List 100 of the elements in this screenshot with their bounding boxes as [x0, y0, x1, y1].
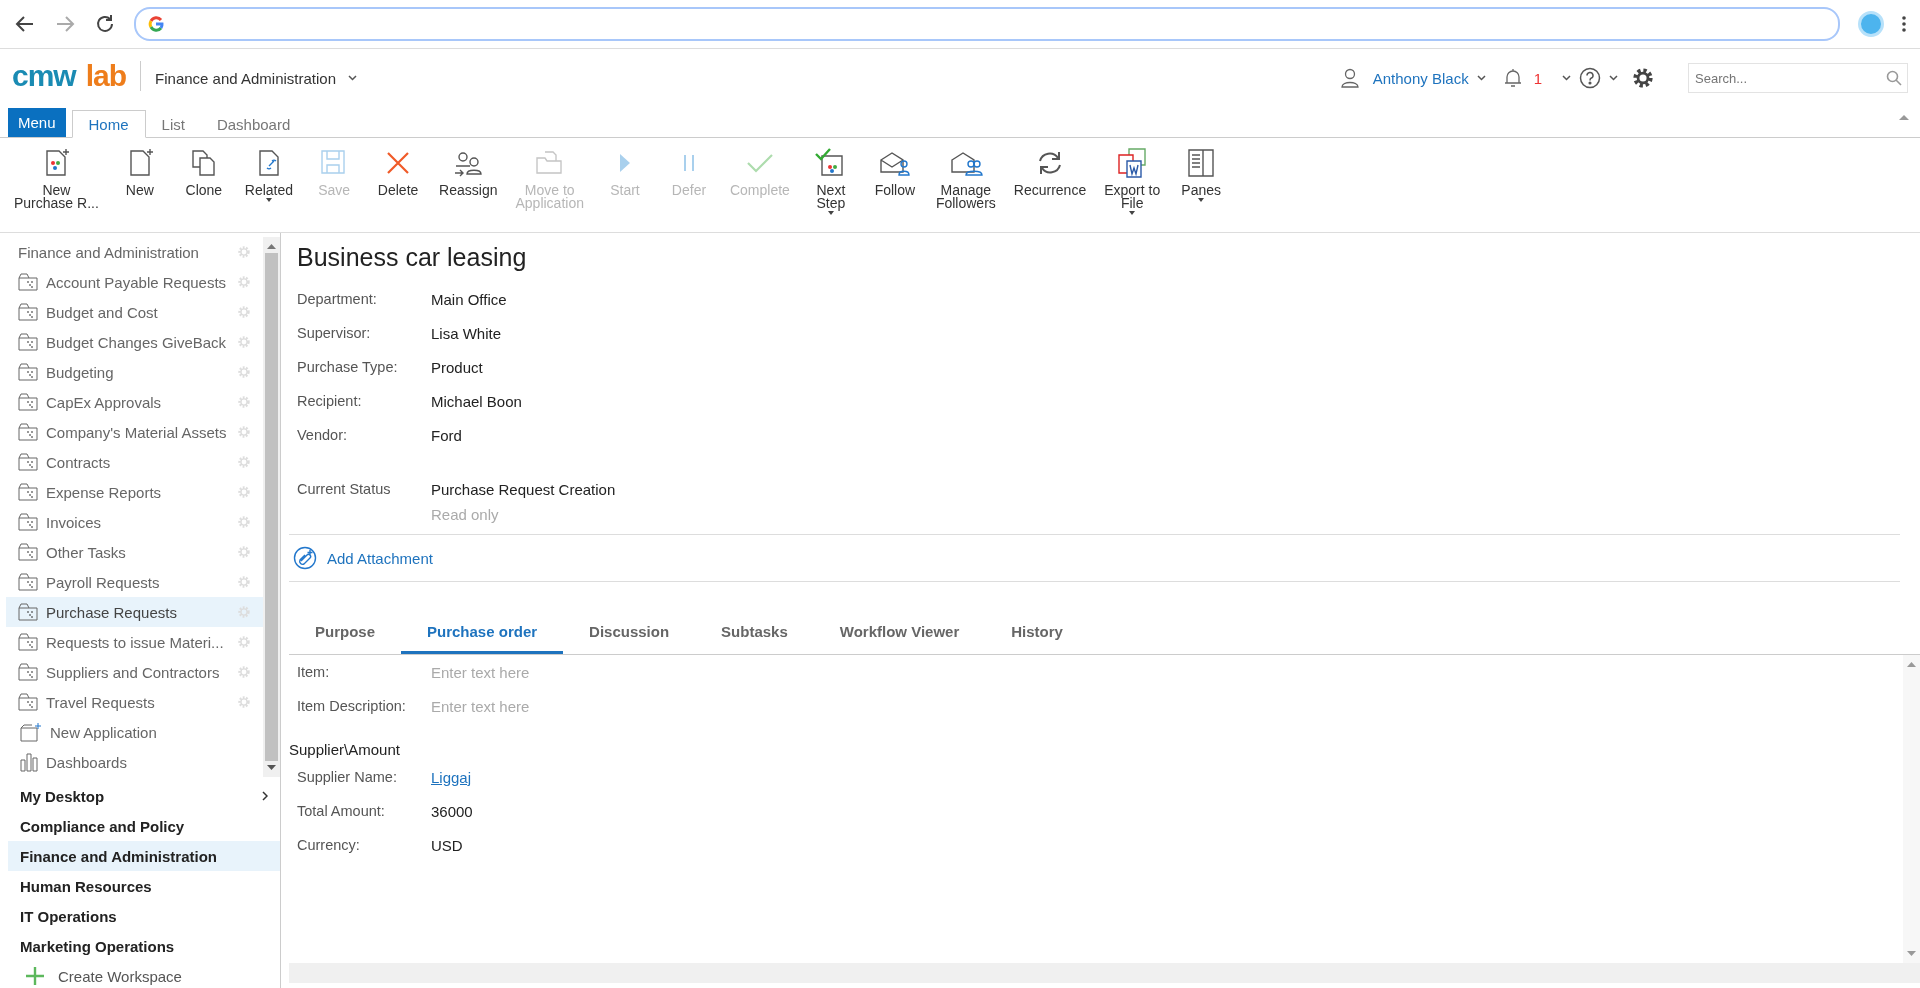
sidebar-item[interactable]: Payroll Requests: [6, 567, 263, 597]
notification-count: 1: [1533, 69, 1542, 87]
workspace-item[interactable]: Marketing Operations: [8, 931, 280, 961]
tab[interactable]: Workflow Viewer: [813, 612, 986, 654]
caret-icon[interactable]: [1562, 75, 1571, 81]
toolbar-button[interactable]: Follow: [863, 146, 926, 197]
input-field[interactable]: Enter text here: [431, 697, 631, 715]
scroll-up-icon[interactable]: [1907, 661, 1916, 667]
workspace-item[interactable]: My Desktop: [8, 781, 280, 811]
add-attachment-link[interactable]: Add Attachment: [327, 549, 433, 567]
sidebar-item[interactable]: Budgeting: [6, 357, 263, 387]
workspace-item[interactable]: Finance and Administration: [8, 841, 280, 871]
sidebar-item[interactable]: Other Tasks: [6, 537, 263, 567]
caret-icon[interactable]: [348, 75, 357, 81]
record-title: Business car leasing: [297, 243, 528, 272]
workspace-item[interactable]: IT Operations: [8, 901, 280, 931]
sidebar-item[interactable]: Dashboards: [6, 747, 263, 777]
toolbar-button[interactable]: Clone: [172, 146, 235, 197]
toolbar-button[interactable]: Next Step: [799, 146, 862, 218]
sidebar-item[interactable]: Travel Requests: [6, 687, 263, 717]
tree-root[interactable]: Finance and Administration: [18, 243, 229, 261]
scroll-up-icon[interactable]: [267, 243, 276, 249]
field-value: Purchase Request Creation: [431, 480, 616, 498]
logo-text[interactable]: cmw: [12, 61, 76, 91]
caret-icon[interactable]: [1476, 75, 1486, 81]
app-folder-icon: [18, 663, 38, 681]
sidebar-item[interactable]: Suppliers and Contractors: [6, 657, 263, 687]
app-folder-icon: [18, 513, 38, 531]
field-value: USD: [431, 836, 463, 854]
sidebar-item[interactable]: Requests to issue Materi...: [6, 627, 263, 657]
new-folder-icon: [20, 722, 42, 742]
workspace-selector[interactable]: Finance and Administration: [155, 69, 336, 87]
tab[interactable]: History: [985, 612, 1089, 654]
toolbar-button[interactable]: Recurrence: [1005, 146, 1095, 197]
sidebar-item[interactable]: CapEx Approvals: [6, 387, 263, 417]
sidebar-item[interactable]: Purchase Requests: [6, 597, 263, 627]
input-field[interactable]: Enter text here: [431, 663, 631, 681]
toolbar-button[interactable]: New Purchase R...: [6, 146, 107, 210]
pause-icon: [682, 154, 695, 172]
sidebar-item[interactable]: Budget Changes GiveBack: [6, 327, 263, 357]
scrollbar[interactable]: [263, 237, 280, 777]
caret-icon[interactable]: [1609, 75, 1618, 81]
ribbon-tab[interactable]: Home: [71, 110, 146, 138]
field-value: Product: [431, 358, 483, 376]
tab[interactable]: Purpose: [289, 612, 401, 654]
play-icon: [618, 153, 631, 173]
supplier-link[interactable]: Liggaj: [431, 768, 472, 786]
collapse-icon[interactable]: [1898, 113, 1910, 121]
field-value: 36000: [431, 802, 473, 820]
address-field[interactable]: [134, 7, 1840, 41]
attachment-icon[interactable]: [293, 546, 317, 570]
app-folder-icon: [18, 393, 38, 411]
app-folder-icon: [18, 573, 38, 591]
field-label: Purchase Type:: [297, 359, 399, 375]
app-folder-icon: [18, 543, 38, 561]
workspace-item[interactable]: Human Resources: [8, 871, 280, 901]
toolbar-button[interactable]: Related: [236, 146, 302, 205]
plus-icon[interactable]: [26, 967, 44, 985]
toolbar-button[interactable]: Manage Followers: [927, 146, 1004, 210]
sidebar-item[interactable]: Account Payable Requests: [6, 267, 263, 297]
reload-icon[interactable]: [94, 13, 116, 35]
sidebar-item[interactable]: New Application: [6, 717, 263, 747]
search-field[interactable]: Search...: [1688, 63, 1908, 93]
ribbon-tab[interactable]: List: [145, 110, 201, 138]
section-heading: Supplier\Amount: [289, 740, 401, 760]
bell-icon[interactable]: [1503, 68, 1522, 88]
tab[interactable]: Discussion: [563, 612, 696, 654]
sidebar-item[interactable]: Expense Reports: [6, 477, 263, 507]
app-folder-icon: [18, 303, 38, 321]
user-name[interactable]: Anthony Black: [1372, 69, 1469, 87]
workspace-item[interactable]: Compliance and Policy: [8, 811, 280, 841]
field-label: Department:: [297, 291, 378, 307]
chevron-icon: [262, 791, 268, 801]
field-label: Vendor:: [297, 427, 348, 443]
scrollbar[interactable]: [1903, 655, 1920, 963]
toolbar-button[interactable]: Delete: [367, 146, 430, 197]
create-workspace-link[interactable]: Create Workspace: [58, 967, 182, 985]
tab[interactable]: Purchase order: [401, 612, 564, 654]
toolbar-button[interactable]: Reassign: [431, 146, 506, 197]
toolbar-button[interactable]: Export to File: [1096, 146, 1169, 218]
more-icon[interactable]: [1902, 16, 1906, 32]
field-label: Item Description:: [297, 698, 407, 714]
tab[interactable]: Subtasks: [695, 612, 814, 654]
sidebar-item[interactable]: Contracts: [6, 447, 263, 477]
sidebar-item[interactable]: Invoices: [6, 507, 263, 537]
toolbar-button[interactable]: Panes: [1170, 146, 1233, 205]
google-icon: [148, 16, 164, 32]
search-icon[interactable]: [1886, 70, 1902, 86]
toolbar-button[interactable]: New: [108, 146, 171, 197]
app-folder-icon: [18, 273, 38, 291]
extension-icon[interactable]: [1858, 11, 1884, 37]
sidebar-item[interactable]: Company's Material Assets: [6, 417, 263, 447]
scroll-down-icon[interactable]: [267, 765, 276, 771]
field-label: Current Status: [297, 481, 392, 497]
help-icon[interactable]: [1579, 67, 1601, 89]
settings-icon[interactable]: [1632, 67, 1654, 89]
menu-button[interactable]: Menu: [8, 108, 66, 137]
app-folder-icon: [18, 483, 38, 501]
sidebar-item[interactable]: Budget and Cost: [6, 297, 263, 327]
ribbon-tab[interactable]: Dashboard: [200, 110, 307, 138]
